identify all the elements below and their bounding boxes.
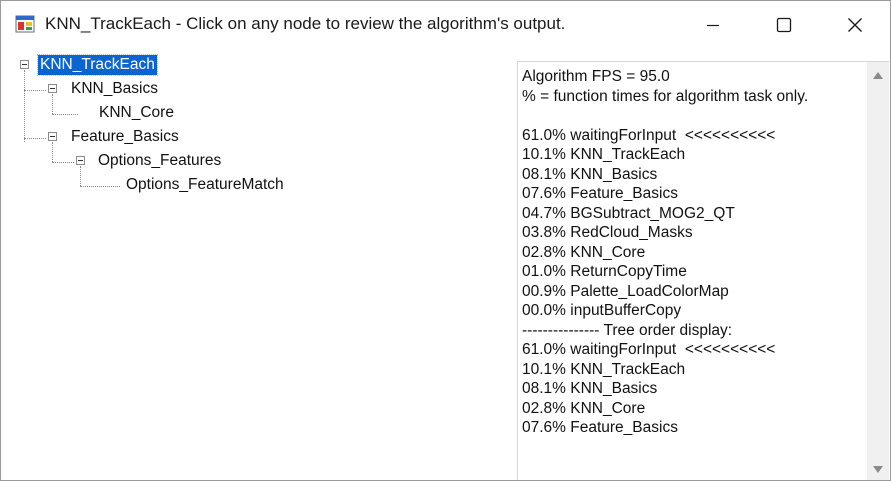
output-line: 04.7% BGSubtract_MOG2_QT	[522, 204, 735, 222]
output-line: 10.1% KNN_TrackEach	[522, 360, 686, 378]
minimize-button[interactable]	[678, 1, 748, 48]
tree-node-feature-basics[interactable]: Feature_Basics	[71, 127, 179, 147]
output-line: 02.8% KNN_Core	[522, 243, 646, 261]
minimize-icon	[707, 24, 719, 26]
tree-connector	[24, 138, 46, 139]
tree-connector	[52, 162, 74, 163]
output-line: Algorithm FPS = 95.0	[522, 68, 670, 85]
tree-node-options-featurematch[interactable]: Options_FeatureMatch	[126, 175, 284, 195]
window-title: KNN_TrackEach - Click on any node to rev…	[45, 14, 566, 33]
title-bar[interactable]: KNN_TrackEach - Click on any node to rev…	[1, 1, 890, 48]
client-area: KNN_TrackEach KNN_Basics KNN_Core Featur…	[1, 48, 890, 480]
tree-node-knn-core[interactable]: KNN_Core	[99, 103, 174, 123]
output-line: --------------- Tree order display:	[522, 321, 733, 339]
maximize-icon	[776, 17, 792, 32]
vertical-scrollbar[interactable]	[867, 61, 889, 480]
tree-connector	[52, 114, 78, 115]
algorithm-tree[interactable]: KNN_TrackEach KNN_Basics KNN_Core Featur…	[11, 51, 511, 471]
output-line: 03.8% RedCloud_Masks	[522, 224, 693, 241]
maximize-button[interactable]	[749, 1, 819, 48]
output-line: 07.6% Feature_Basics	[522, 419, 678, 436]
tree-node-knn-trackeach[interactable]: KNN_TrackEach	[37, 54, 158, 76]
tree-connector	[52, 94, 53, 114]
tree-node-options-features[interactable]: Options_Features	[98, 151, 221, 171]
output-line: 00.0% inputBufferCopy	[522, 302, 682, 319]
close-icon	[848, 17, 862, 32]
scroll-up-icon[interactable]	[873, 72, 883, 79]
output-line: 01.0% ReturnCopyTime	[522, 263, 687, 280]
output-line: 02.8% KNN_Core	[522, 399, 646, 417]
tree-connector	[24, 90, 46, 91]
output-line: % = function times for algorithm task on…	[522, 87, 809, 105]
collapse-toggle[interactable]	[48, 132, 57, 141]
collapse-toggle[interactable]	[48, 84, 57, 93]
output-line: 61.0% waitingForInput <<<<<<<<<<	[522, 341, 776, 358]
output-line: 61.0% waitingForInput <<<<<<<<<<	[522, 126, 776, 144]
output-line: 10.1% KNN_TrackEach	[522, 146, 686, 163]
tree-connector	[24, 70, 25, 142]
app-window: KNN_TrackEach - Click on any node to rev…	[0, 0, 891, 481]
tree-connector	[80, 186, 120, 187]
tree-connector	[80, 166, 81, 186]
tree-connector	[52, 142, 53, 162]
close-button[interactable]	[820, 1, 890, 48]
app-icon[interactable]	[15, 14, 35, 34]
scroll-down-icon[interactable]	[873, 466, 883, 473]
output-line: 08.1% KNN_Basics	[522, 165, 658, 183]
output-line: 08.1% KNN_Basics	[522, 380, 658, 397]
collapse-toggle[interactable]	[20, 60, 29, 69]
output-line: 00.9% Palette_LoadColorMap	[522, 282, 729, 300]
output-line: 07.6% Feature_Basics	[522, 185, 678, 202]
tree-node-knn-basics[interactable]: KNN_Basics	[71, 79, 158, 99]
algorithm-output-textbox[interactable]: Algorithm FPS = 95.0 % = function times …	[517, 61, 867, 480]
collapse-toggle[interactable]	[76, 156, 85, 165]
